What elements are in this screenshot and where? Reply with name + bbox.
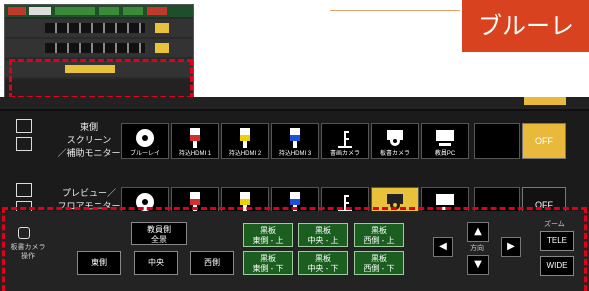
source-hdmi1[interactable]: 持込HDMI 1 — [171, 123, 219, 159]
thumbnail-buttons — [45, 43, 145, 53]
thumbnail-off — [155, 43, 169, 53]
monitor-icon — [16, 183, 32, 197]
monitor-icon — [16, 137, 32, 151]
panel-top-strip — [0, 97, 589, 109]
source-hdmi2[interactable]: 持込HDMI 2 — [221, 123, 269, 159]
source-document-camera[interactable]: 書画カメラ — [321, 123, 369, 159]
hdmi-plug-icon — [290, 128, 300, 148]
highlight-frame — [2, 207, 587, 291]
source-teacher-pc[interactable]: 教員PC — [421, 123, 469, 159]
source-hdmi3[interactable]: 持込HDMI 3 — [271, 123, 319, 159]
thumbnail-tab — [123, 7, 143, 15]
hdmi-plug-icon — [190, 128, 200, 148]
thumbnail-tab — [29, 7, 51, 15]
source-board-camera[interactable]: 板書カメラ — [371, 123, 419, 159]
row-label: 東側 スクリーン ／補助モニター — [57, 122, 121, 158]
top-off-strip — [524, 97, 566, 105]
empty-slot — [474, 123, 520, 159]
disc-icon — [136, 129, 154, 147]
overview-thumbnail — [4, 4, 194, 102]
thumbnail-tab — [99, 7, 119, 15]
off-button-row1[interactable]: OFF — [522, 123, 566, 159]
screen-icon — [16, 119, 32, 133]
document-camera-icon — [338, 131, 352, 148]
security-camera-icon — [387, 130, 403, 146]
thumbnail-buttons — [45, 23, 145, 33]
thumbnail-tab — [8, 7, 26, 15]
thumbnail-tab — [55, 7, 95, 15]
hdmi-plug-icon — [240, 128, 250, 148]
banner: ブルーレ — [462, 0, 589, 52]
output-row-east-screen: 東側 スクリーン ／補助モニター ブルーレイ 持込HDMI 1 持込HDMI 2… — [0, 111, 589, 175]
thumbnail-tab — [147, 7, 167, 15]
pc-icon — [436, 130, 454, 146]
connector-line — [330, 10, 460, 11]
thumbnail-off — [155, 23, 169, 33]
thumbnail-highlight — [9, 59, 193, 99]
source-bluray[interactable]: ブルーレイ — [121, 123, 169, 159]
